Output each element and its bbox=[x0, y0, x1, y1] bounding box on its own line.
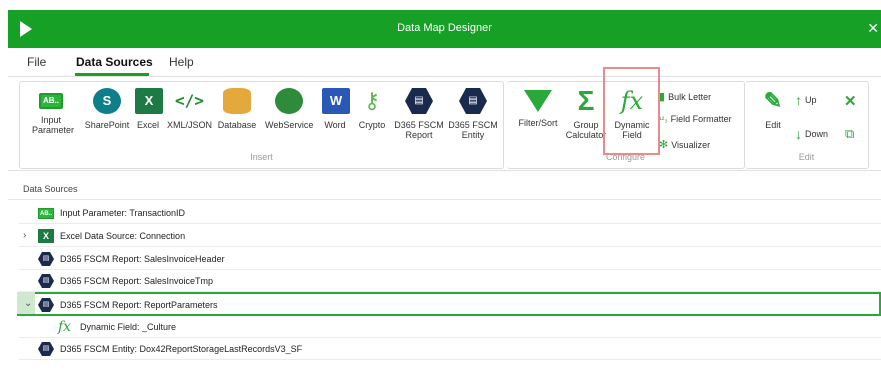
data-sources-header: Data Sources bbox=[8, 178, 881, 200]
globe-icon bbox=[275, 88, 303, 114]
title-bar: Data Map Designer ✕ bbox=[8, 10, 881, 48]
d365-entity-label: D365 FSCM Entity bbox=[448, 120, 498, 140]
visualizer-label: Visualizer bbox=[671, 139, 711, 150]
down-button[interactable]: ↓ Down bbox=[795, 126, 828, 142]
group-calculator-button[interactable]: Σ Group Calculator bbox=[565, 85, 607, 141]
tree-row-excel-data-source[interactable]: › X Excel Data Source: Connection bbox=[19, 225, 881, 247]
tree-row-label: D365 FSCM Report: ReportParameters bbox=[60, 300, 218, 310]
d365-report-label: D365 FSCM Report bbox=[394, 120, 444, 140]
arrow-up-icon: ↑ bbox=[795, 92, 802, 108]
copy-icon[interactable]: ⧉ bbox=[845, 126, 854, 142]
menu-help[interactable]: Help bbox=[169, 55, 194, 69]
key-icon: ⚷ bbox=[363, 88, 381, 113]
window-title: Data Map Designer bbox=[397, 22, 492, 34]
tree-row-input-parameter[interactable]: AB.. Input Parameter: TransactionID bbox=[19, 202, 881, 224]
edit-button[interactable]: ✎ Edit bbox=[759, 88, 787, 130]
dynamic-field-highlight bbox=[603, 67, 660, 155]
tree-row-label: D365 FSCM Report: SalesInvoiceHeader bbox=[60, 254, 225, 264]
excel-icon: X bbox=[135, 88, 163, 114]
xml-json-label: XML/JSON bbox=[167, 120, 213, 130]
sigma-icon: Σ bbox=[577, 85, 595, 116]
crypto-button[interactable]: ⚷ Crypto bbox=[356, 88, 388, 130]
up-button[interactable]: ↑ Up bbox=[795, 92, 817, 108]
bulk-letter-label: Bulk Letter bbox=[668, 91, 712, 102]
d365-report-button[interactable]: ▤ D365 FSCM Report bbox=[394, 88, 444, 140]
crypto-label: Crypto bbox=[358, 120, 386, 130]
chevron-right-icon[interactable]: › bbox=[23, 230, 26, 241]
tree-row-label: Dynamic Field: _Culture bbox=[80, 322, 177, 332]
insert-group-label: Insert bbox=[250, 152, 273, 162]
word-icon: W bbox=[322, 88, 350, 114]
down-label: Down bbox=[805, 129, 829, 139]
word-button[interactable]: W Word bbox=[322, 88, 350, 130]
visualizer-button[interactable]: ✻ Visualizer bbox=[659, 138, 710, 151]
insert-group: AB.. Input Parameter S SharePoint X Exce… bbox=[19, 81, 504, 169]
tree-row-label: D365 FSCM Report: SalesInvoiceTmp bbox=[60, 276, 214, 286]
d365-report-icon: ▤ bbox=[38, 274, 54, 288]
excel-label: Excel bbox=[136, 120, 159, 130]
tree-row-dynamic-field-culture[interactable]: fx Dynamic Field: _Culture bbox=[19, 316, 881, 338]
input-parameter-label: Input Parameter bbox=[32, 115, 75, 135]
word-label: Word bbox=[324, 120, 346, 130]
arrow-down-icon: ↓ bbox=[795, 126, 802, 142]
field-formatter-label: Field Formatter bbox=[670, 114, 732, 124]
chevron-down-icon[interactable]: ⌄ bbox=[24, 298, 32, 309]
sharepoint-button[interactable]: S SharePoint bbox=[82, 88, 132, 130]
sharepoint-label: SharePoint bbox=[84, 120, 130, 130]
edit-group: ✎ Edit ↑ Up ↓ Down ✕ ⧉ Edit bbox=[745, 81, 869, 169]
field-formatter-button[interactable]: ¹²₃ Field Formatter bbox=[659, 114, 732, 124]
edit-label: Edit bbox=[765, 120, 781, 130]
excel-button[interactable]: X Excel bbox=[135, 88, 163, 130]
sharepoint-icon: S bbox=[93, 88, 121, 114]
tree-row-sales-invoice-tmp[interactable]: ▤ D365 FSCM Report: SalesInvoiceTmp bbox=[19, 270, 881, 292]
group-calculator-label: Group Calculator bbox=[565, 120, 607, 140]
filter-icon bbox=[524, 90, 552, 112]
webservice-button[interactable]: WebService bbox=[265, 88, 313, 130]
filter-sort-label: Filter/Sort bbox=[518, 118, 558, 128]
tree-row-label: Input Parameter: TransactionID bbox=[60, 208, 186, 218]
input-parameter-icon: AB.. bbox=[38, 208, 54, 219]
input-parameter-button[interactable]: AB.. Input Parameter bbox=[32, 88, 74, 135]
edit-icon: ✎ bbox=[763, 88, 783, 113]
xml-json-button[interactable]: </> XML/JSON bbox=[167, 88, 213, 130]
database-icon bbox=[223, 88, 251, 114]
input-parameter-icon: AB.. bbox=[39, 93, 63, 109]
menu-file[interactable]: File bbox=[27, 55, 46, 69]
tree-row-sales-invoice-header[interactable]: ▤ D365 FSCM Report: SalesInvoiceHeader bbox=[19, 248, 881, 270]
menu-data-sources[interactable]: Data Sources bbox=[76, 55, 153, 69]
d365-entity-icon: ▤ bbox=[38, 342, 54, 356]
webservice-label: WebService bbox=[265, 120, 314, 130]
d365-report-icon: ▤ bbox=[38, 298, 54, 312]
tree-row-label: D365 FSCM Entity: Dox42ReportStorageLast… bbox=[60, 344, 303, 354]
edit-group-label: Edit bbox=[798, 152, 815, 162]
up-label: Up bbox=[805, 95, 817, 105]
filter-sort-button[interactable]: Filter/Sort bbox=[515, 88, 561, 128]
bulk-letter-button[interactable]: ▮ Bulk Letter bbox=[659, 90, 711, 103]
xml-json-icon: </> bbox=[175, 91, 204, 110]
tree-row-label: Excel Data Source: Connection bbox=[60, 231, 186, 241]
database-button[interactable]: Database bbox=[217, 88, 257, 130]
ribbon: AB.. Input Parameter S SharePoint X Exce… bbox=[8, 76, 881, 171]
delete-icon[interactable]: ✕ bbox=[844, 92, 857, 110]
tree-row-report-parameters[interactable]: ⌄ ▤ D365 FSCM Report: ReportParameters bbox=[17, 292, 881, 316]
d365-report-icon: ▤ bbox=[405, 88, 433, 114]
data-sources-title: Data Sources bbox=[23, 184, 78, 194]
d365-report-icon: ▤ bbox=[38, 252, 54, 266]
field-formatter-icon: ¹²₃ bbox=[659, 114, 668, 124]
excel-icon: X bbox=[38, 229, 54, 243]
tree-row-d365-entity[interactable]: ▤ D365 FSCM Entity: Dox42ReportStorageLa… bbox=[19, 338, 881, 360]
d365-entity-icon: ▤ bbox=[459, 88, 487, 114]
visualizer-icon: ✻ bbox=[659, 139, 669, 151]
close-icon[interactable]: ✕ bbox=[867, 20, 879, 37]
database-label: Database bbox=[217, 120, 257, 130]
menu-bar: File Data Sources Help bbox=[8, 48, 881, 76]
d365-entity-button[interactable]: ▤ D365 FSCM Entity bbox=[448, 88, 498, 140]
fx-icon: fx bbox=[58, 319, 72, 335]
